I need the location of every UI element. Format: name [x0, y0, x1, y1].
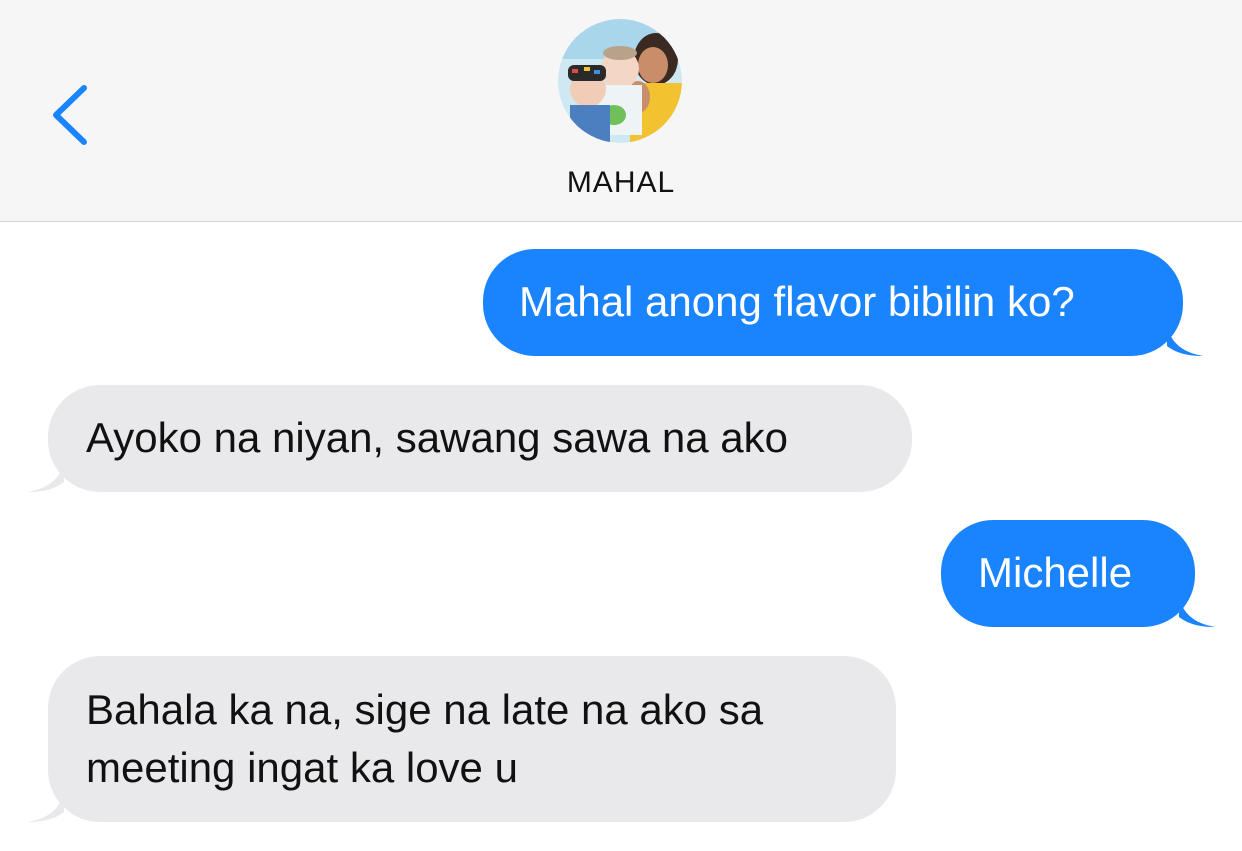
message-text: Ayoko na niyan, sawang sawa na ako	[86, 414, 789, 461]
chevron-left-icon	[53, 85, 87, 145]
bubble-tail	[28, 792, 64, 822]
bubble-tail	[1167, 326, 1203, 356]
conversation-header: MAHAL	[0, 0, 1242, 222]
message-text: Michelle	[978, 549, 1133, 596]
message-bubble-incoming[interactable]: Bahala ka na, sige na late na ako sa mee…	[28, 656, 896, 822]
message-bubble-outgoing[interactable]: Mahal anong flavor bibilin ko?	[483, 249, 1203, 356]
bubble-tail	[28, 462, 64, 492]
message-bubble-outgoing[interactable]: Michelle	[941, 520, 1215, 627]
message-text: Bahala ka na, sige na late na ako sa mee…	[86, 686, 764, 791]
contact-name[interactable]: MAHAL	[0, 166, 1242, 200]
message-text: Mahal anong flavor bibilin ko?	[519, 278, 1075, 325]
bubble-tail	[1179, 597, 1215, 627]
message-list: Mahal anong flavor bibilin ko? Ayoko na …	[0, 222, 1242, 851]
message-bubble-incoming[interactable]: Ayoko na niyan, sawang sawa na ako	[28, 385, 912, 492]
contact-avatar[interactable]	[558, 19, 682, 143]
avatar-photo	[558, 19, 682, 143]
back-button[interactable]	[44, 80, 104, 150]
